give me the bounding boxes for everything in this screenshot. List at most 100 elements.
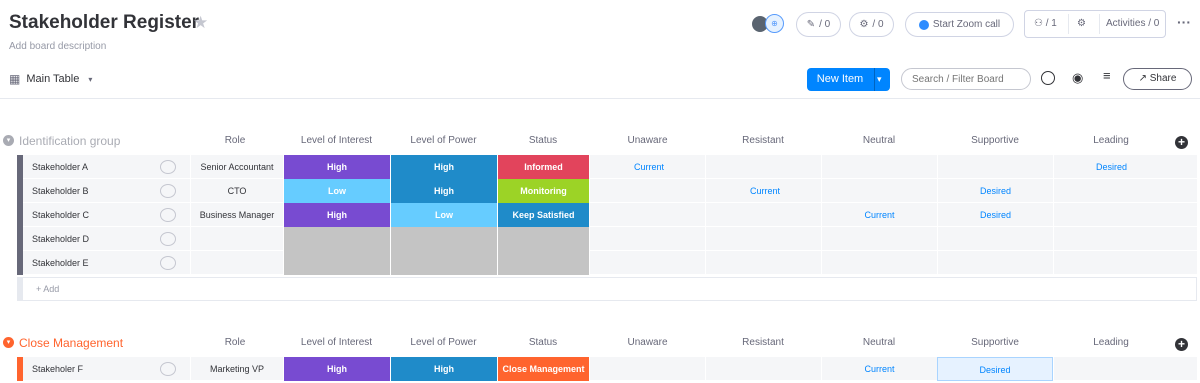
interest-cell[interactable]: High — [283, 203, 390, 227]
item-name[interactable]: Stakeholder D — [32, 227, 89, 251]
interest-cell[interactable] — [283, 227, 390, 251]
leading-cell[interactable] — [1053, 179, 1169, 203]
table-row[interactable]: Stakeholder E — [17, 251, 1197, 275]
role-cell[interactable]: Business Manager — [190, 203, 283, 227]
interest-cell[interactable]: Low — [283, 179, 390, 203]
chevron-down-icon[interactable]: ▾ — [877, 68, 882, 91]
leading-cell[interactable] — [1053, 251, 1169, 275]
power-cell[interactable] — [390, 251, 497, 275]
supportive-cell[interactable] — [937, 251, 1053, 275]
status-cell[interactable] — [497, 227, 589, 251]
chevron-down-icon[interactable]: ▾ — [3, 337, 14, 348]
resistant-cell[interactable] — [705, 227, 821, 251]
column-header-leading[interactable]: Leading — [1053, 131, 1169, 151]
leading-cell[interactable] — [1053, 227, 1169, 251]
add-column-icon[interactable]: + — [1175, 136, 1188, 149]
chat-icon[interactable] — [160, 232, 176, 246]
neutral-cell[interactable] — [821, 251, 937, 275]
resistant-cell[interactable]: Current — [705, 179, 821, 203]
column-header-resistant[interactable]: Resistant — [705, 333, 821, 353]
power-cell[interactable]: High — [390, 357, 497, 381]
add-item-row[interactable]: + Add — [17, 277, 1197, 301]
interest-cell[interactable]: High — [283, 357, 390, 381]
column-header-supportive[interactable]: Supportive — [937, 333, 1053, 353]
column-header-resistant[interactable]: Resistant — [705, 131, 821, 151]
column-header-interest[interactable]: Level of Interest — [283, 333, 390, 353]
item-name[interactable]: Stakeholder E — [32, 251, 89, 275]
column-header-unaware[interactable]: Unaware — [590, 131, 705, 151]
group-title[interactable]: Close Management — [19, 333, 123, 353]
unaware-cell[interactable] — [589, 179, 705, 203]
power-cell[interactable]: High — [390, 155, 497, 179]
role-cell[interactable]: CTO — [190, 179, 283, 203]
table-row[interactable]: Stakeholer F Marketing VP High High Clos… — [17, 357, 1197, 381]
table-row[interactable]: Stakeholder C Business Manager High Low … — [17, 203, 1197, 227]
chat-icon[interactable] — [160, 208, 176, 222]
leading-cell[interactable] — [1053, 357, 1169, 381]
resistant-cell[interactable] — [705, 251, 821, 275]
interest-cell[interactable] — [283, 251, 390, 275]
board-title[interactable]: Stakeholder Register — [9, 12, 199, 34]
new-item-button[interactable]: New Item ▾ — [807, 68, 890, 91]
power-cell[interactable] — [390, 227, 497, 251]
unaware-cell[interactable] — [589, 203, 705, 227]
view-selector[interactable]: ▦ Main Table ▾ — [9, 72, 92, 86]
column-header-interest[interactable]: Level of Interest — [283, 131, 390, 151]
table-row[interactable]: Stakeholder B CTO Low High Monitoring Cu… — [17, 179, 1197, 203]
column-header-neutral[interactable]: Neutral — [821, 333, 937, 353]
filter-icon[interactable]: ≡ — [1103, 68, 1111, 83]
supportive-cell[interactable]: Desired — [937, 357, 1053, 381]
chat-icon[interactable] — [160, 184, 176, 198]
chat-icon[interactable] — [160, 256, 176, 270]
resistant-cell[interactable] — [705, 357, 821, 381]
table-row[interactable]: Stakeholder D — [17, 227, 1197, 251]
unaware-cell[interactable] — [589, 251, 705, 275]
power-cell[interactable]: High — [390, 179, 497, 203]
neutral-cell[interactable]: Current — [821, 203, 937, 227]
integrations-button[interactable]: ⚙/ 0 — [849, 12, 894, 37]
neutral-cell[interactable]: Current — [821, 357, 937, 381]
board-description[interactable]: Add board description — [9, 41, 106, 52]
table-row[interactable]: Stakeholder A Senior Accountant High Hig… — [17, 155, 1197, 179]
supportive-cell[interactable]: Desired — [937, 203, 1053, 227]
column-header-power[interactable]: Level of Power — [390, 131, 497, 151]
chat-icon[interactable] — [160, 362, 176, 376]
leading-cell[interactable] — [1053, 203, 1169, 227]
status-cell[interactable]: Informed — [497, 155, 589, 179]
members-button[interactable]: ⚇ / 1 — [1034, 11, 1057, 37]
status-cell[interactable]: Monitoring — [497, 179, 589, 203]
item-name[interactable]: Stakeholder A — [32, 155, 88, 179]
zoom-button[interactable]: Start Zoom call — [905, 12, 1014, 37]
chat-icon[interactable] — [160, 160, 176, 174]
star-icon[interactable]: ★ — [193, 13, 208, 33]
role-cell[interactable]: Marketing VP — [190, 357, 283, 381]
column-header-status[interactable]: Status — [497, 131, 589, 151]
neutral-cell[interactable] — [821, 227, 937, 251]
add-column-icon[interactable]: + — [1175, 338, 1188, 351]
person-filter-icon[interactable] — [1041, 71, 1055, 85]
more-icon[interactable]: ··· — [1177, 14, 1191, 30]
item-name[interactable]: Stakeholder B — [32, 179, 89, 203]
invite-icon[interactable]: ⊕ — [765, 14, 784, 33]
resistant-cell[interactable] — [705, 155, 821, 179]
neutral-cell[interactable] — [821, 179, 937, 203]
leading-cell[interactable]: Desired — [1053, 155, 1169, 179]
unaware-cell[interactable]: Current — [589, 155, 705, 179]
resistant-cell[interactable] — [705, 203, 821, 227]
automations-icon[interactable]: ⚙ — [1077, 11, 1086, 37]
status-cell[interactable]: Close Management — [497, 357, 589, 381]
column-header-supportive[interactable]: Supportive — [937, 131, 1053, 151]
column-header-power[interactable]: Level of Power — [390, 333, 497, 353]
role-cell[interactable] — [190, 227, 283, 251]
activities-button[interactable]: Activities / 0 — [1106, 11, 1159, 37]
supportive-cell[interactable] — [937, 155, 1053, 179]
supportive-cell[interactable]: Desired — [937, 179, 1053, 203]
share-button[interactable]: ↗ Share — [1123, 68, 1192, 90]
column-header-neutral[interactable]: Neutral — [821, 131, 937, 151]
status-cell[interactable] — [497, 251, 589, 275]
supportive-cell[interactable] — [937, 227, 1053, 251]
eye-icon[interactable]: ◉ — [1072, 70, 1083, 86]
unaware-cell[interactable] — [589, 227, 705, 251]
role-cell[interactable] — [190, 251, 283, 275]
column-header-unaware[interactable]: Unaware — [590, 333, 705, 353]
